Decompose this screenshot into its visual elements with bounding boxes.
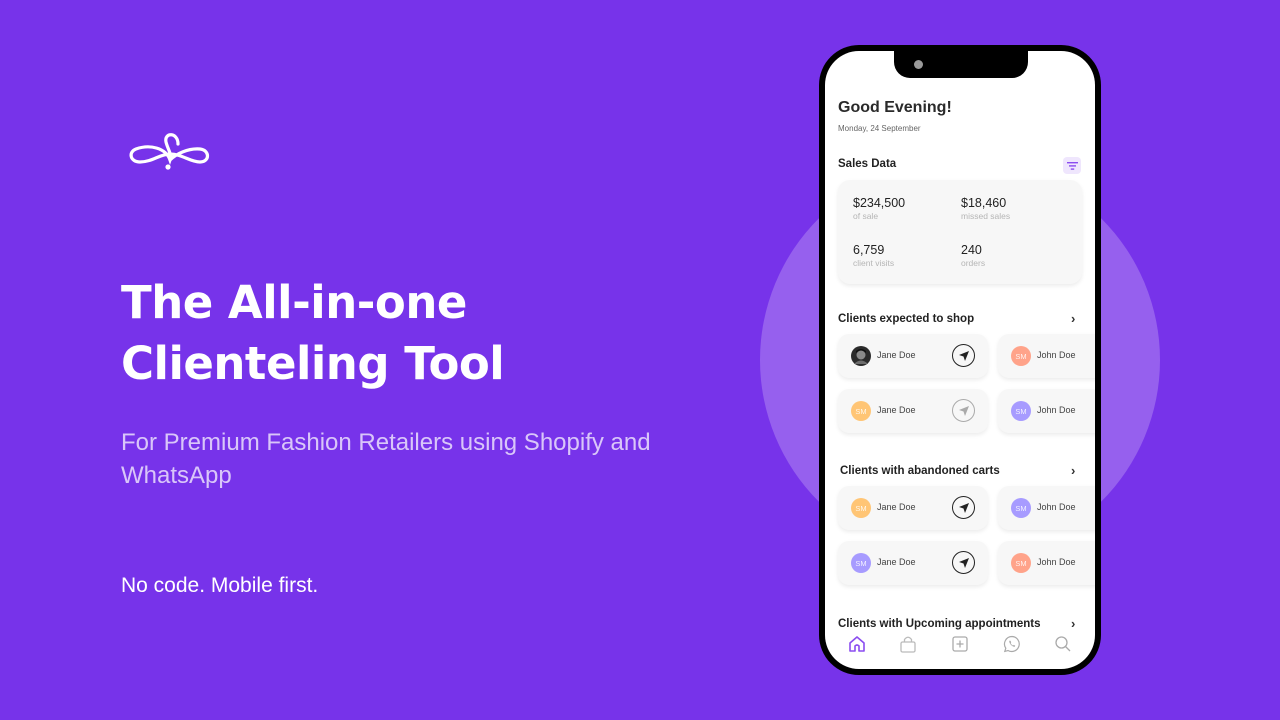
stat-value: $234,500 [853,196,906,210]
send-message-button[interactable] [952,399,975,422]
avatar: SM [851,498,871,518]
nav-whatsapp[interactable] [1000,632,1024,656]
subtitle: For Premium Fashion Retailers using Shop… [121,429,651,489]
avatar: SM [1011,553,1031,573]
client-name: John Doe [1037,557,1076,567]
client-card[interactable]: SM John Doe [998,334,1095,378]
stat-missed-sales: $18,460 missed sales [961,196,1010,221]
stat-label: client visits [853,258,895,268]
stat-orders: 240 orders [961,243,985,268]
nav-home[interactable] [845,632,869,656]
client-name: Jane Doe [877,557,916,567]
stat-label: orders [961,258,986,268]
nav-add[interactable] [948,632,972,656]
avatar: SM [851,553,871,573]
headline-line-2: Clienteling Tool [121,337,505,390]
sales-data-card: $234,500 of sale $18,460 missed sales 6,… [838,180,1082,284]
section-title-abandoned-carts[interactable]: Clients with abandoned carts [840,465,1000,477]
send-message-button[interactable] [952,344,975,367]
add-square-icon [952,636,968,652]
client-name: Jane Doe [877,350,916,360]
phone-screen: Good Evening! Monday, 24 September Sales… [825,51,1095,669]
bottom-nav [825,629,1095,669]
send-icon [958,350,969,361]
stat-value: $18,460 [961,196,1007,210]
stat-label: of sale [853,211,879,221]
stat-label: missed sales [961,211,1011,221]
client-card[interactable]: SM John Doe [998,389,1095,433]
date: Monday, 24 September [838,124,921,133]
client-card[interactable]: SM Jane Doe [838,486,988,530]
client-card[interactable]: SM John Doe [998,486,1095,530]
sales-data-title: Sales Data [838,158,897,170]
client-name: Jane Doe [877,405,916,415]
search-icon [1055,636,1071,652]
nav-search[interactable] [1051,632,1075,656]
nav-shop[interactable] [896,632,920,656]
headline-line-1: The All-in-one [121,276,467,329]
client-name: John Doe [1037,350,1076,360]
stat-sales: $234,500 of sale [853,196,905,221]
home-icon [848,636,865,652]
greeting: Good Evening! [838,99,952,116]
send-icon [958,405,969,416]
tagline: No code. Mobile first. [121,574,319,597]
chevron-right-icon[interactable]: › [1071,463,1075,478]
phone-notch [894,51,1028,78]
avatar [851,346,871,366]
client-card[interactable]: SM John Doe [998,541,1095,585]
client-card[interactable]: SM Jane Doe [838,541,988,585]
avatar: SM [851,401,871,421]
client-name: John Doe [1037,405,1076,415]
shopping-bag-icon [900,636,917,653]
send-message-button[interactable] [952,496,975,519]
client-card[interactable]: Jane Doe [838,334,988,378]
client-name: Jane Doe [877,502,916,512]
headline: The All-in-one Clienteling Tool [121,272,505,394]
send-message-button[interactable] [952,551,975,574]
stat-value: 240 [961,243,982,257]
camera-icon [914,60,923,69]
stat-value: 6,759 [853,243,885,257]
avatar: SM [1011,498,1031,518]
filter-icon [1066,161,1078,170]
phone-mockup: Good Evening! Monday, 24 September Sales… [819,45,1101,675]
send-icon [958,557,969,568]
stat-client-visits: 6,759 client visits [853,243,894,268]
avatar: SM [1011,346,1031,366]
section-title-expected-to-shop[interactable]: Clients expected to shop [838,313,974,325]
avatar: SM [1011,401,1031,421]
avatar-photo [851,346,871,366]
send-icon [958,502,969,513]
filter-button[interactable] [1063,157,1081,174]
client-name: John Doe [1037,502,1076,512]
whatsapp-icon [1003,635,1020,653]
infinity-loop-logo-icon [129,133,210,170]
chevron-right-icon[interactable]: › [1071,311,1075,326]
client-card[interactable]: SM Jane Doe [838,389,988,433]
